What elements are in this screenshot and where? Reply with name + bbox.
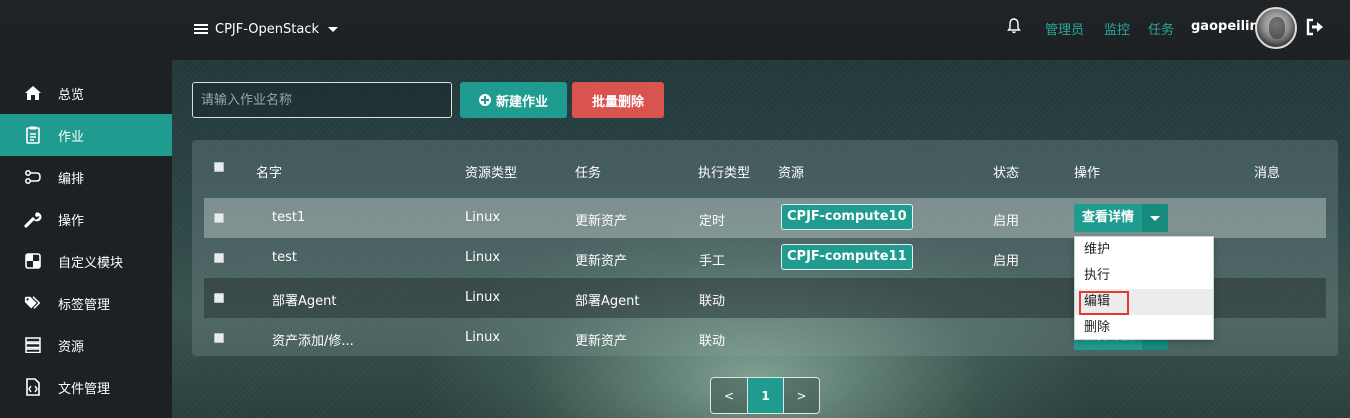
- view-details-button[interactable]: 查看详情: [1074, 204, 1143, 232]
- sidebar-item-label: 自定义模块: [58, 255, 124, 271]
- status-text: 启用: [993, 254, 1020, 269]
- sidebar-item-label: 操作: [58, 213, 85, 229]
- action-dropdown-toggle[interactable]: [1142, 204, 1169, 232]
- sidebar-item-jobs[interactable]: 作业: [0, 114, 172, 156]
- sidebar-item-file-management[interactable]: 文件管理: [0, 366, 172, 408]
- sidebar-item-label: 标签管理: [58, 297, 111, 313]
- menu-item-execute[interactable]: 执行: [1075, 263, 1213, 289]
- page-1-button[interactable]: 1: [747, 378, 783, 413]
- avatar[interactable]: [1255, 7, 1297, 49]
- resource-tag[interactable]: CPJF-compute11: [781, 244, 913, 270]
- status-text: 启用: [993, 214, 1020, 229]
- resource-type: Linux: [465, 330, 501, 345]
- header-resource-type: 资源类型: [465, 166, 518, 181]
- sidebar-item-label: 作业: [58, 129, 85, 145]
- new-job-button[interactable]: 新建作业: [460, 82, 567, 118]
- row-checkbox[interactable]: [214, 293, 224, 303]
- task: 更新资产: [575, 254, 628, 269]
- exec-type: 定时: [699, 214, 726, 229]
- sidebar-item-operations[interactable]: 操作: [0, 198, 172, 240]
- pagination: < 1 >: [710, 377, 820, 414]
- chevron-down-icon: [328, 26, 338, 32]
- sidebar: 总览 作业 编排 操作 自定义模块 标签管理 资源 文件管理: [0, 60, 172, 418]
- flow-icon: [24, 168, 42, 186]
- menu-item-maintain[interactable]: 维护: [1075, 237, 1213, 263]
- chevron-down-icon: [1150, 215, 1161, 221]
- tags-icon: [24, 294, 42, 312]
- resource-type: Linux: [465, 210, 501, 225]
- sidebar-item-label: 总览: [58, 87, 85, 103]
- batch-delete-label: 批量删除: [591, 94, 644, 110]
- plus-circle-icon: [478, 94, 491, 106]
- menu-item-delete[interactable]: 删除: [1075, 315, 1213, 341]
- menu-item-edit[interactable]: 编辑: [1075, 289, 1213, 315]
- resource-tag[interactable]: CPJF-compute10: [781, 204, 913, 230]
- sidebar-item-custom-modules[interactable]: 自定义模块: [0, 240, 172, 282]
- project-name: CPJF-OpenStack: [215, 21, 319, 37]
- row-checkbox[interactable]: [214, 213, 224, 223]
- header-task: 任务: [575, 166, 602, 181]
- sidebar-item-label: 文件管理: [58, 381, 111, 397]
- prev-page-button[interactable]: <: [711, 378, 747, 413]
- table-row[interactable]: test1 Linux 更新资产 定时 CPJF-compute10 启用 查看…: [204, 198, 1326, 238]
- exec-type: 手工: [699, 254, 726, 269]
- exec-type: 联动: [699, 294, 726, 309]
- header-resource: 资源: [778, 166, 805, 181]
- search-input[interactable]: [192, 82, 452, 118]
- task: 更新资产: [575, 334, 628, 349]
- exec-type: 联动: [699, 334, 726, 349]
- job-name: test: [272, 250, 297, 265]
- task: 更新资产: [575, 214, 628, 229]
- monitor-link[interactable]: 监控: [1104, 19, 1130, 38]
- sidebar-item-label: 编排: [58, 171, 85, 187]
- resource-type: Linux: [465, 290, 501, 305]
- new-job-label: 新建作业: [495, 94, 548, 110]
- action-dropdown-menu: 维护 执行 编辑 删除: [1074, 236, 1214, 340]
- logout-icon[interactable]: [1305, 17, 1325, 37]
- wrench-icon: [24, 210, 42, 228]
- select-all-checkbox[interactable]: [214, 162, 224, 172]
- job-name: test1: [272, 210, 306, 225]
- batch-delete-button[interactable]: 批量删除: [572, 82, 664, 118]
- sidebar-item-tags[interactable]: 标签管理: [0, 282, 172, 324]
- job-name: 部署Agent: [272, 294, 337, 309]
- row-checkbox[interactable]: [214, 253, 224, 263]
- username[interactable]: gaopeilin: [1191, 19, 1259, 34]
- header-action: 操作: [1074, 166, 1101, 181]
- action-button-group: 查看详情: [1074, 204, 1169, 232]
- header-message: 消息: [1254, 166, 1281, 181]
- header-status: 状态: [993, 166, 1020, 181]
- sidebar-item-overview[interactable]: 总览: [0, 72, 172, 114]
- clipboard-icon: [24, 126, 42, 144]
- header-exec-type: 执行类型: [698, 166, 751, 181]
- task: 部署Agent: [575, 294, 640, 309]
- project-switcher[interactable]: CPJF-OpenStack: [194, 19, 338, 39]
- server-icon: [24, 336, 42, 354]
- row-checkbox[interactable]: [214, 333, 224, 343]
- sidebar-item-resources[interactable]: 资源: [0, 324, 172, 366]
- top-bar: CPJF-OpenStack 管理员 监控 任务 gaopeilin: [0, 0, 1350, 60]
- bell-icon[interactable]: [1007, 18, 1021, 34]
- sidebar-item-label: 资源: [58, 339, 85, 355]
- resource-type: Linux: [465, 250, 501, 265]
- sidebar-item-orchestration[interactable]: 编排: [0, 156, 172, 198]
- file-code-icon: [24, 378, 42, 396]
- header-name: 名字: [256, 166, 283, 181]
- next-page-button[interactable]: >: [783, 378, 819, 413]
- tasks-link[interactable]: 任务: [1148, 19, 1174, 38]
- admin-link[interactable]: 管理员: [1045, 19, 1084, 38]
- job-name: 资产添加/修...: [272, 334, 354, 349]
- home-icon: [24, 84, 42, 102]
- list-icon: [194, 23, 208, 35]
- highlight-box: [1079, 291, 1129, 315]
- puzzle-icon: [24, 252, 42, 270]
